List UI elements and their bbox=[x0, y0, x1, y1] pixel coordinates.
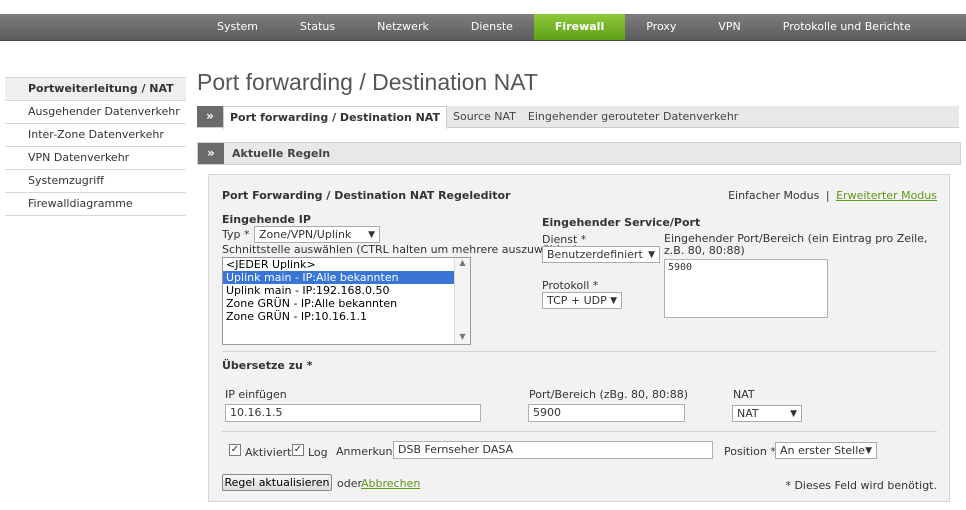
service-select[interactable]: Benutzerdefiniert ▼ bbox=[542, 246, 660, 263]
required-note: * Dieses Feld wird benötigt. bbox=[785, 479, 937, 492]
or-text: oder bbox=[337, 477, 363, 490]
protocol-label: Protokoll * bbox=[542, 279, 599, 292]
chevron-down-icon: ▼ bbox=[648, 250, 655, 260]
sidebar: Portweiterleitung / NAT Ausgehender Date… bbox=[5, 77, 186, 216]
nav-system[interactable]: System bbox=[196, 14, 279, 40]
section-header[interactable]: » Aktuelle Regeln bbox=[197, 142, 961, 165]
tab-bar: » Port forwarding / Destination NAT Sour… bbox=[197, 106, 959, 129]
nav-proxy[interactable]: Proxy bbox=[625, 14, 697, 40]
port-textarea[interactable]: 5900 bbox=[664, 259, 828, 318]
service-port-label: Eingehender Service/Port bbox=[542, 216, 701, 229]
chevron-right-icon: » bbox=[198, 143, 224, 164]
iface-option[interactable]: Zone GRÜN - IP:10.16.1.1 bbox=[223, 310, 470, 323]
listbox-scrollbar[interactable]: ▲ ▼ bbox=[454, 258, 470, 344]
advanced-mode-link[interactable]: Erweiterter Modus bbox=[836, 189, 937, 202]
scroll-up-icon[interactable]: ▲ bbox=[455, 258, 470, 270]
position-select[interactable]: An erster Stelle ▼ bbox=[775, 442, 877, 459]
divider bbox=[222, 351, 937, 352]
chevron-down-icon: ▼ bbox=[368, 230, 375, 240]
chevron-down-icon: ▼ bbox=[610, 296, 617, 306]
scroll-down-icon[interactable]: ▼ bbox=[455, 332, 470, 344]
mode-separator: | bbox=[825, 189, 830, 202]
nav-vpn[interactable]: VPN bbox=[697, 14, 761, 40]
type-label: Typ * bbox=[222, 228, 250, 241]
sidebar-item-inter-zone[interactable]: Inter-Zone Datenverkehr bbox=[5, 124, 186, 147]
page-title: Port forwarding / Destination NAT bbox=[197, 69, 538, 95]
update-rule-button[interactable]: Regel aktualisieren bbox=[222, 474, 332, 491]
log-checkbox[interactable]: ✓ bbox=[292, 444, 304, 456]
ip-input[interactable]: 10.16.1.5 bbox=[225, 404, 481, 422]
top-navigation-bar: System Status Netzwerk Dienste Firewall … bbox=[0, 14, 966, 41]
position-label: Position * bbox=[724, 445, 776, 458]
position-select-value: An erster Stelle bbox=[780, 444, 866, 457]
mode-switch: Einfacher Modus | Erweiterter Modus bbox=[728, 189, 937, 202]
nat-label: NAT bbox=[733, 388, 755, 401]
sidebar-item-ausgehender[interactable]: Ausgehender Datenverkehr bbox=[5, 101, 186, 124]
type-select-value: Zone/VPN/Uplink bbox=[259, 228, 352, 241]
rule-editor-panel: Port Forwarding / Destination NAT Regele… bbox=[208, 174, 950, 502]
sidebar-item-portweiterleitung[interactable]: Portweiterleitung / NAT bbox=[5, 77, 186, 101]
iface-hint: Schnittstelle auswählen (CTRL halten um … bbox=[222, 243, 578, 256]
service-select-value: Benutzerdefiniert bbox=[547, 248, 643, 261]
service-label: Dienst * bbox=[542, 233, 587, 246]
iface-option[interactable]: Zone GRÜN - IP:Alle bekannten bbox=[223, 297, 470, 310]
chevron-down-icon: ▼ bbox=[790, 409, 797, 419]
remark-input[interactable]: DSB Fernseher DASA bbox=[393, 441, 713, 459]
tab-source-nat[interactable]: Source NAT bbox=[447, 106, 522, 127]
nat-select-value: NAT bbox=[737, 407, 759, 420]
simple-mode-label[interactable]: Einfacher Modus bbox=[728, 189, 819, 202]
iface-listbox[interactable]: <JEDER Uplink> Uplink main - IP:Alle bek… bbox=[222, 257, 471, 345]
sidebar-item-systemzugriff[interactable]: Systemzugriff bbox=[5, 170, 186, 193]
nav-protokolle[interactable]: Protokolle und Berichte bbox=[762, 14, 932, 40]
active-checkbox[interactable]: ✓ bbox=[229, 444, 241, 456]
top-nav: System Status Netzwerk Dienste Firewall … bbox=[196, 14, 932, 40]
editor-title: Port Forwarding / Destination NAT Regele… bbox=[222, 189, 511, 202]
type-select[interactable]: Zone/VPN/Uplink ▼ bbox=[254, 226, 380, 243]
nav-firewall[interactable]: Firewall bbox=[533, 14, 626, 40]
protocol-select-value: TCP + UDP bbox=[547, 294, 607, 307]
active-label: Aktiviert bbox=[245, 446, 292, 459]
log-label: Log bbox=[308, 446, 328, 459]
tab-port-forwarding[interactable]: Port forwarding / Destination NAT bbox=[223, 106, 447, 129]
chevron-right-icon: » bbox=[197, 106, 223, 127]
remark-label: Anmerkung bbox=[336, 445, 400, 458]
tab-eingehender-gerouteter[interactable]: Eingehender gerouteter Datenverkehr bbox=[522, 106, 744, 127]
protocol-select[interactable]: TCP + UDP ▼ bbox=[542, 292, 622, 309]
iface-option[interactable]: Uplink main - IP:Alle bekannten bbox=[223, 271, 470, 284]
section-title: Aktuelle Regeln bbox=[232, 147, 331, 160]
nav-dienste[interactable]: Dienste bbox=[450, 14, 534, 40]
chevron-down-icon: ▼ bbox=[865, 446, 872, 456]
divider bbox=[222, 431, 937, 432]
nav-status[interactable]: Status bbox=[279, 14, 356, 40]
cancel-link[interactable]: Abbrechen bbox=[361, 477, 420, 490]
sidebar-item-firewalldiagramme[interactable]: Firewalldiagramme bbox=[5, 193, 186, 216]
port-range-label: Eingehender Port/Bereich (ein Eintrag pr… bbox=[664, 232, 928, 257]
ip-insert-label: IP einfügen bbox=[225, 388, 287, 401]
nat-select[interactable]: NAT ▼ bbox=[732, 405, 802, 422]
iface-option[interactable]: Uplink main - IP:192.168.0.50 bbox=[223, 284, 470, 297]
sidebar-item-vpn[interactable]: VPN Datenverkehr bbox=[5, 147, 186, 170]
translate-label: Übersetze zu * bbox=[222, 359, 313, 372]
incoming-ip-label: Eingehende IP bbox=[222, 213, 311, 226]
iface-option[interactable]: <JEDER Uplink> bbox=[223, 258, 470, 271]
port-input[interactable]: 5900 bbox=[528, 404, 685, 422]
nav-netzwerk[interactable]: Netzwerk bbox=[356, 14, 450, 40]
port-range2-label: Port/Bereich (zBg. 80, 80:88) bbox=[529, 388, 689, 401]
